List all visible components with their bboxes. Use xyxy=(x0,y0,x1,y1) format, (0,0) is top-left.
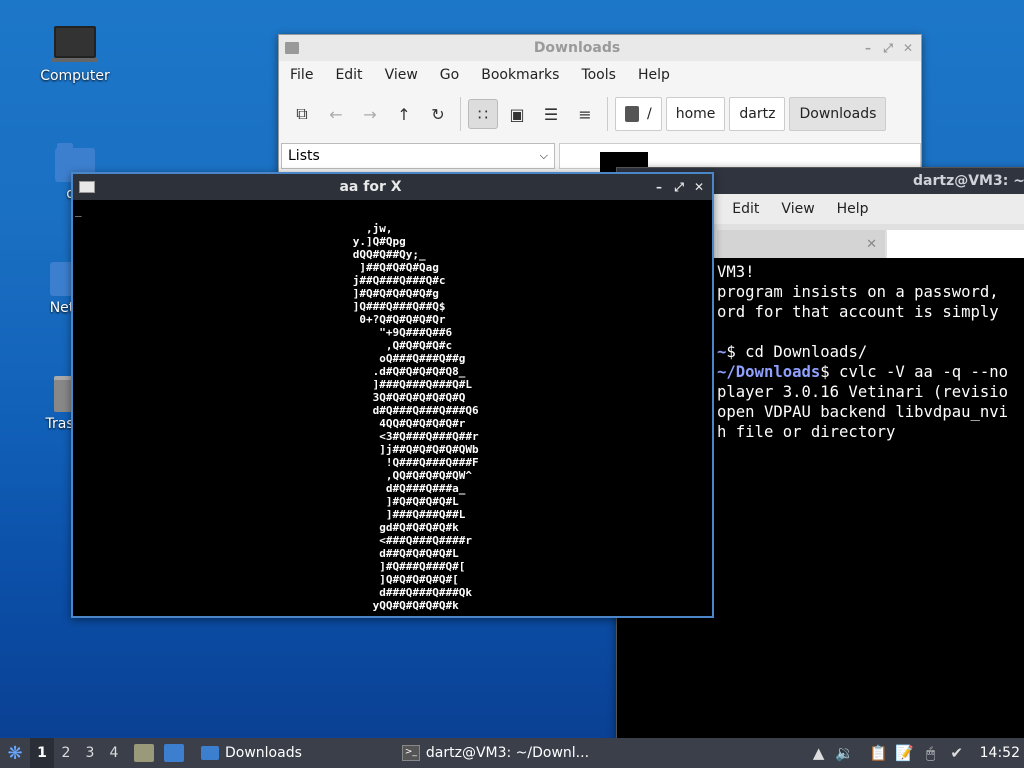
file-manager-panes: Lists ⌵ xyxy=(279,143,921,172)
terminal-tab[interactable]: ✕ xyxy=(717,230,885,258)
start-menu-icon[interactable]: ❋ xyxy=(0,738,30,768)
aa-titlebar[interactable]: aa for X – ⤢ ✕ xyxy=(73,174,712,200)
forward-icon[interactable]: → xyxy=(355,99,385,129)
file-list[interactable] xyxy=(559,143,921,172)
menu-file[interactable]: File xyxy=(279,67,324,83)
chevron-down-icon: ⌵ xyxy=(539,149,548,162)
detail-view-icon[interactable]: ≡ xyxy=(570,99,600,129)
desktop-icon-label: Computer xyxy=(40,68,110,84)
minimize-icon[interactable]: – xyxy=(861,41,875,55)
terminal-line: ~/Downloads$ cvlc -V aa -q --no xyxy=(717,363,1009,381)
back-icon[interactable]: ← xyxy=(321,99,351,129)
menu-go[interactable]: Go xyxy=(429,67,470,83)
drive-icon xyxy=(625,106,639,122)
menu-help[interactable]: Help xyxy=(627,67,681,83)
window-title: Downloads xyxy=(533,40,621,56)
breadcrumb-home[interactable]: home xyxy=(665,97,726,131)
menu-tools[interactable]: Tools xyxy=(570,67,627,83)
breadcrumb-downloads[interactable]: Downloads xyxy=(789,97,887,131)
compact-view-icon[interactable]: ☰ xyxy=(536,99,566,129)
breadcrumb-root[interactable]: / xyxy=(615,97,662,131)
terminal-line: ~$ cd Downloads/ xyxy=(717,343,868,361)
ascii-art: ,jw, y.]Q#Qpg dQQ#Q##Qy;_ ]##Q#Q#Q#Qag j… xyxy=(352,222,479,612)
tray-up-icon[interactable]: ▲ xyxy=(806,744,832,762)
desktop-icon-computer[interactable]: Computer xyxy=(27,26,123,84)
minimize-icon[interactable]: – xyxy=(652,180,666,194)
toolbar-separator xyxy=(607,97,608,131)
workspace-3[interactable]: 3 xyxy=(78,745,102,761)
side-pane-select[interactable]: Lists ⌵ xyxy=(281,143,555,169)
computer-icon xyxy=(52,26,98,62)
network-status-icon[interactable]: 🖱 xyxy=(918,744,944,762)
toolbar-separator xyxy=(460,97,461,131)
terminal-icon: >_ xyxy=(401,745,420,761)
file-manager-window[interactable]: Downloads – ⤢ ✕ File Edit View Go Bookma… xyxy=(278,34,922,174)
aa-window[interactable]: aa for X – ⤢ ✕ _ ,jw, y.]Q#Qpg dQQ#Q##Qy… xyxy=(71,172,714,618)
icon-view-icon[interactable]: ∷ xyxy=(468,99,498,129)
system-tray: ▲ 🔉 📋 📝 🖱 ✔ 14:52 xyxy=(806,738,1024,768)
notes-icon[interactable]: 📝 xyxy=(892,744,918,762)
task-downloads[interactable]: Downloads xyxy=(193,738,310,768)
show-desktop-icon[interactable] xyxy=(164,744,184,762)
task-terminal[interactable]: >_ dartz@VM3: ~/Downl... xyxy=(394,738,597,768)
text-cursor: _ xyxy=(75,204,82,217)
menu-bookmarks[interactable]: Bookmarks xyxy=(470,67,570,83)
workspace-2[interactable]: 2 xyxy=(54,745,78,761)
close-tab-icon[interactable]: ✕ xyxy=(866,237,877,252)
tabbar-empty xyxy=(887,230,1024,258)
maximize-icon[interactable]: ⤢ xyxy=(881,41,895,56)
menu-help[interactable]: Help xyxy=(826,201,880,217)
reload-icon[interactable]: ↻ xyxy=(423,99,453,129)
terminal-line: h file or directory xyxy=(717,423,896,441)
terminal-line: program insists on a password, xyxy=(717,283,999,301)
menu-edit[interactable]: Edit xyxy=(324,67,373,83)
clipboard-icon[interactable]: 📋 xyxy=(866,744,892,762)
thumbnail-view-icon[interactable]: ▣ xyxy=(502,99,532,129)
terminal-line: ord for that account is simply xyxy=(717,303,999,321)
folder-icon xyxy=(201,746,219,760)
maximize-icon[interactable]: ⤢ xyxy=(672,180,686,195)
update-icon[interactable]: ✔ xyxy=(944,744,970,762)
terminal-line: VM3! xyxy=(717,263,755,281)
workspace-4[interactable]: 4 xyxy=(102,745,126,761)
file-manager-toolbar: ⧉ ← → ↑ ↻ ∷ ▣ ☰ ≡ / home dartz Downloads xyxy=(279,89,921,139)
clock[interactable]: 14:52 xyxy=(970,745,1024,761)
window-title: aa for X xyxy=(339,179,402,195)
file-manager-menubar: File Edit View Go Bookmarks Tools Help xyxy=(279,61,921,89)
menu-edit[interactable]: Edit xyxy=(721,201,770,217)
workspace-1[interactable]: 1 xyxy=(30,738,54,768)
menu-view[interactable]: View xyxy=(374,67,429,83)
window-menu-icon[interactable] xyxy=(79,181,95,193)
folder-icon xyxy=(285,42,299,54)
file-manager-launcher-icon[interactable] xyxy=(134,744,154,762)
close-icon[interactable]: ✕ xyxy=(901,41,915,55)
volume-icon[interactable]: 🔉 xyxy=(832,744,858,762)
terminal-line: open VDPAU backend libvdpau_nvi xyxy=(717,403,1009,421)
new-tab-icon[interactable]: ⧉ xyxy=(287,99,317,129)
breadcrumb-dartz[interactable]: dartz xyxy=(729,97,786,131)
file-manager-titlebar[interactable]: Downloads – ⤢ ✕ xyxy=(279,35,921,61)
aa-video-output: _ ,jw, y.]Q#Qpg dQQ#Q##Qy;_ ]##Q#Q#Q#Qag… xyxy=(73,200,712,616)
up-icon[interactable]: ↑ xyxy=(389,99,419,129)
menu-view[interactable]: View xyxy=(770,201,825,217)
terminal-line: player 3.0.16 Vetinari (revisio xyxy=(717,383,1009,401)
close-icon[interactable]: ✕ xyxy=(692,180,706,194)
taskbar: ❋ 1 2 3 4 Downloads >_ dartz@VM3: ~/Down… xyxy=(0,738,1024,768)
